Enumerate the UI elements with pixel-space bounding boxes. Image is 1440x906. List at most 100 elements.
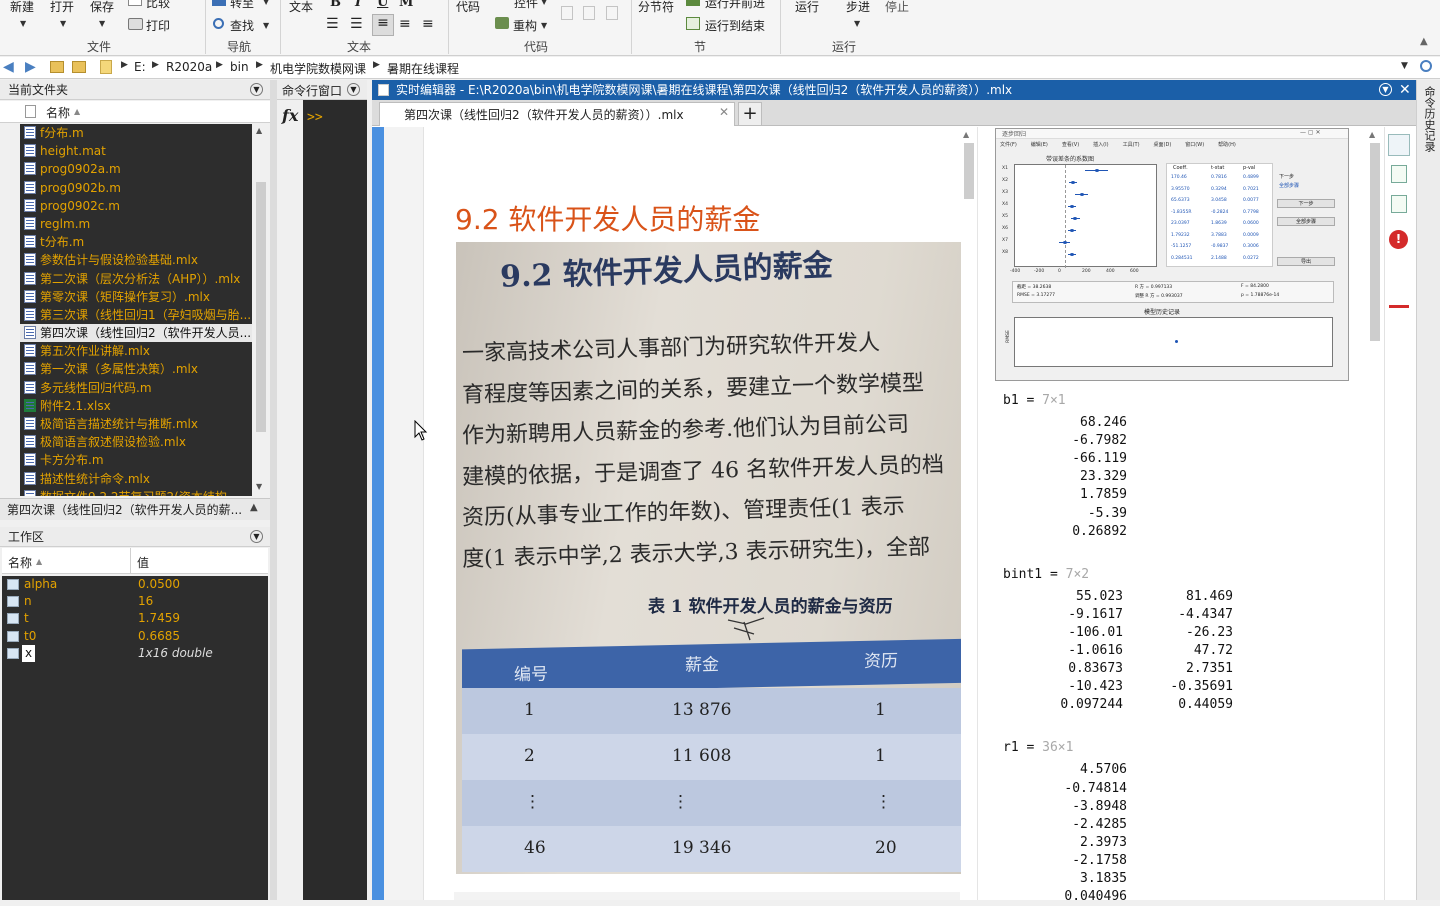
file-list-item[interactable]: 第三次课（线性回归1（孕妇吸烟与胎... [20,306,252,324]
editor-actions-icon[interactable]: ▼ [1379,83,1392,96]
underline-button[interactable]: U [377,0,388,10]
scrollbar-thumb[interactable] [1370,143,1380,341]
file-list-item[interactable]: prog0902a.m [20,160,252,178]
output-variable-header[interactable]: b1 = 7×1 [1003,392,1066,410]
close-editor-icon[interactable]: ✕ [1399,80,1411,100]
error-marker[interactable] [1389,305,1409,308]
next-step-button[interactable]: 下一步 [1277,199,1335,208]
file-list-item[interactable]: height.mat [20,142,252,160]
file-list-item[interactable]: 极简语言叙述假设检验.mlx [20,433,252,451]
refactor-button[interactable]: 重构 [513,17,537,34]
file-list-item[interactable]: prog0902b.m [20,179,252,197]
new-tab-button[interactable]: + [738,102,762,126]
value-column-header[interactable]: 值 [137,554,149,571]
detail-collapse-icon[interactable]: ▲ [250,502,258,513]
step-dropdown-icon[interactable]: ▼ [854,19,860,28]
name-column-header[interactable]: 名称 [46,104,70,121]
collapse-ribbon-icon[interactable]: ▲ [1420,36,1428,47]
scrollbar-thumb[interactable] [256,182,266,432]
open-dropdown-icon[interactable]: ▼ [60,19,66,28]
numbered-list-icon[interactable]: ☰ [350,16,363,32]
output-scrollbar[interactable]: ▲ [1366,127,1384,900]
bullet-list-icon[interactable]: ☰ [326,16,339,32]
file-type-column-icon[interactable] [25,105,36,118]
splitter[interactable] [270,80,277,900]
workspace-variable[interactable]: n 16 [2,593,268,610]
up-folder-icon[interactable] [50,61,64,73]
text-button[interactable]: 文本 [289,0,313,15]
control-dropdown-icon[interactable]: ▼ [541,0,547,6]
file-list-item[interactable]: 第四次课（线性回归2（软件开发人员... [20,324,252,343]
scroll-up-icon[interactable]: ▲ [256,126,262,135]
monospace-button[interactable]: M [399,0,413,10]
search-icon[interactable] [1420,60,1432,72]
align-left-icon[interactable]: ≡ [372,14,394,36]
compare-button[interactable]: 比较 [146,0,170,11]
code-tool-icon[interactable] [561,6,573,20]
run-advance-button[interactable]: 运行并前进 [705,0,765,11]
path-segment[interactable]: 暑期在线课程 [387,60,459,77]
textbook-photo[interactable]: 9.2 软件开发人员的薪金 一家高技术公司人事部门为研究软件开发人 育程度等因素之… [456,242,961,874]
section-heading[interactable]: 9.2 软件开发人员的薪金 [455,198,760,238]
file-list-item[interactable]: 极简语言描述统计与推断.mlx [20,415,252,433]
output-right-icon[interactable] [1391,165,1407,183]
goto-button[interactable]: 转至 [230,0,254,11]
figure-menu-item[interactable]: 窗口(W) [1185,142,1204,148]
file-list-scrollbar[interactable]: ▲ ▼ [254,124,268,496]
align-right-icon[interactable]: ≡ [422,16,434,32]
figure-menu-item[interactable]: 插入(I) [1093,142,1108,148]
scroll-down-icon[interactable]: ▼ [256,482,262,491]
file-list-item[interactable]: 第五次作业讲解.mlx [20,342,252,360]
document-scrollbar[interactable]: ▲ [960,127,978,900]
step-button[interactable]: 步进 [846,0,870,15]
file-list-item[interactable]: f分布.m [20,124,252,142]
bold-button[interactable]: B [330,0,341,10]
output-variable-header[interactable]: r1 = 36×1 [1003,739,1073,757]
file-list-item[interactable]: t分布.m [20,233,252,251]
figure-menu-item[interactable]: 编辑(E) [1031,142,1048,148]
back-arrow-icon[interactable]: ◀ [3,59,14,75]
save-button[interactable]: 保存 [90,0,114,15]
panel-actions-icon[interactable]: ▼ [250,83,263,96]
path-dropdown-icon[interactable]: ▼ [1401,61,1408,71]
file-list-item[interactable]: reglm.m [20,215,252,233]
code-tool-icon[interactable] [583,6,595,20]
figure-menu-item[interactable]: 工具(T) [1123,142,1140,148]
figure-menu-item[interactable]: 帮助(H) [1218,142,1236,148]
refactor-dropdown-icon[interactable]: ▼ [541,21,547,30]
panel-actions-icon[interactable]: ▼ [250,530,263,543]
scroll-up-icon[interactable]: ▲ [1369,130,1375,139]
file-list-item[interactable]: 数据文件9.2.2节复习题2(资本结构... [20,488,252,496]
command-window[interactable]: >> [303,100,367,900]
hide-code-icon[interactable] [1391,195,1407,213]
output-variable-header[interactable]: bint1 = 7×2 [1003,566,1089,584]
file-detail-bar[interactable]: 第四次课（线性回归2（软件开发人员的薪... [0,498,270,520]
close-tab-icon[interactable]: ✕ [719,105,729,119]
browse-folder-icon[interactable] [72,61,86,73]
figure-menu-item[interactable]: 文件(F) [1000,142,1017,148]
name-column-header[interactable]: 名称 [8,554,32,571]
italic-button[interactable]: I [355,0,361,10]
code-button[interactable]: 代码 [456,0,480,15]
workspace-variable[interactable]: t 1.7459 [2,610,268,627]
file-list-item[interactable]: 参数估计与假设检验基础.mlx [20,251,252,269]
file-list-item[interactable]: 描述性统计命令.mlx [20,470,252,488]
file-list-item[interactable]: 多元线性回归代码.m [20,379,252,397]
file-list-item[interactable]: 第零次课（矩阵操作复习）.mlx [20,288,252,306]
file-list-item[interactable]: 附件2.1.xlsx [20,397,252,415]
figure-menu-item[interactable]: 桌面(D) [1154,142,1172,148]
workspace-variable[interactable]: x 1x16 double [2,644,268,662]
find-dropdown-icon[interactable]: ▼ [263,21,269,30]
forward-arrow-icon[interactable]: ▶ [25,59,36,75]
function-browser-icon[interactable]: fx [282,106,298,125]
editor-tab[interactable]: 第四次课（线性回归2（软件开发人员的薪资））.mlx ✕ [379,102,735,126]
save-dropdown-icon[interactable]: ▼ [99,19,105,28]
path-segment[interactable]: bin [230,60,249,74]
file-list-item[interactable]: 第二次课（层次分析法（AHP））.mlx [20,270,252,288]
figure-menu-item[interactable]: 查看(V) [1062,142,1079,148]
panel-actions-icon[interactable]: ▼ [347,83,360,96]
workspace-variable[interactable]: alpha 0.0500 [2,576,268,593]
export-button[interactable]: 导出 [1277,257,1335,266]
code-tool-icon[interactable] [606,6,618,20]
align-center-icon[interactable]: ≡ [399,16,411,32]
